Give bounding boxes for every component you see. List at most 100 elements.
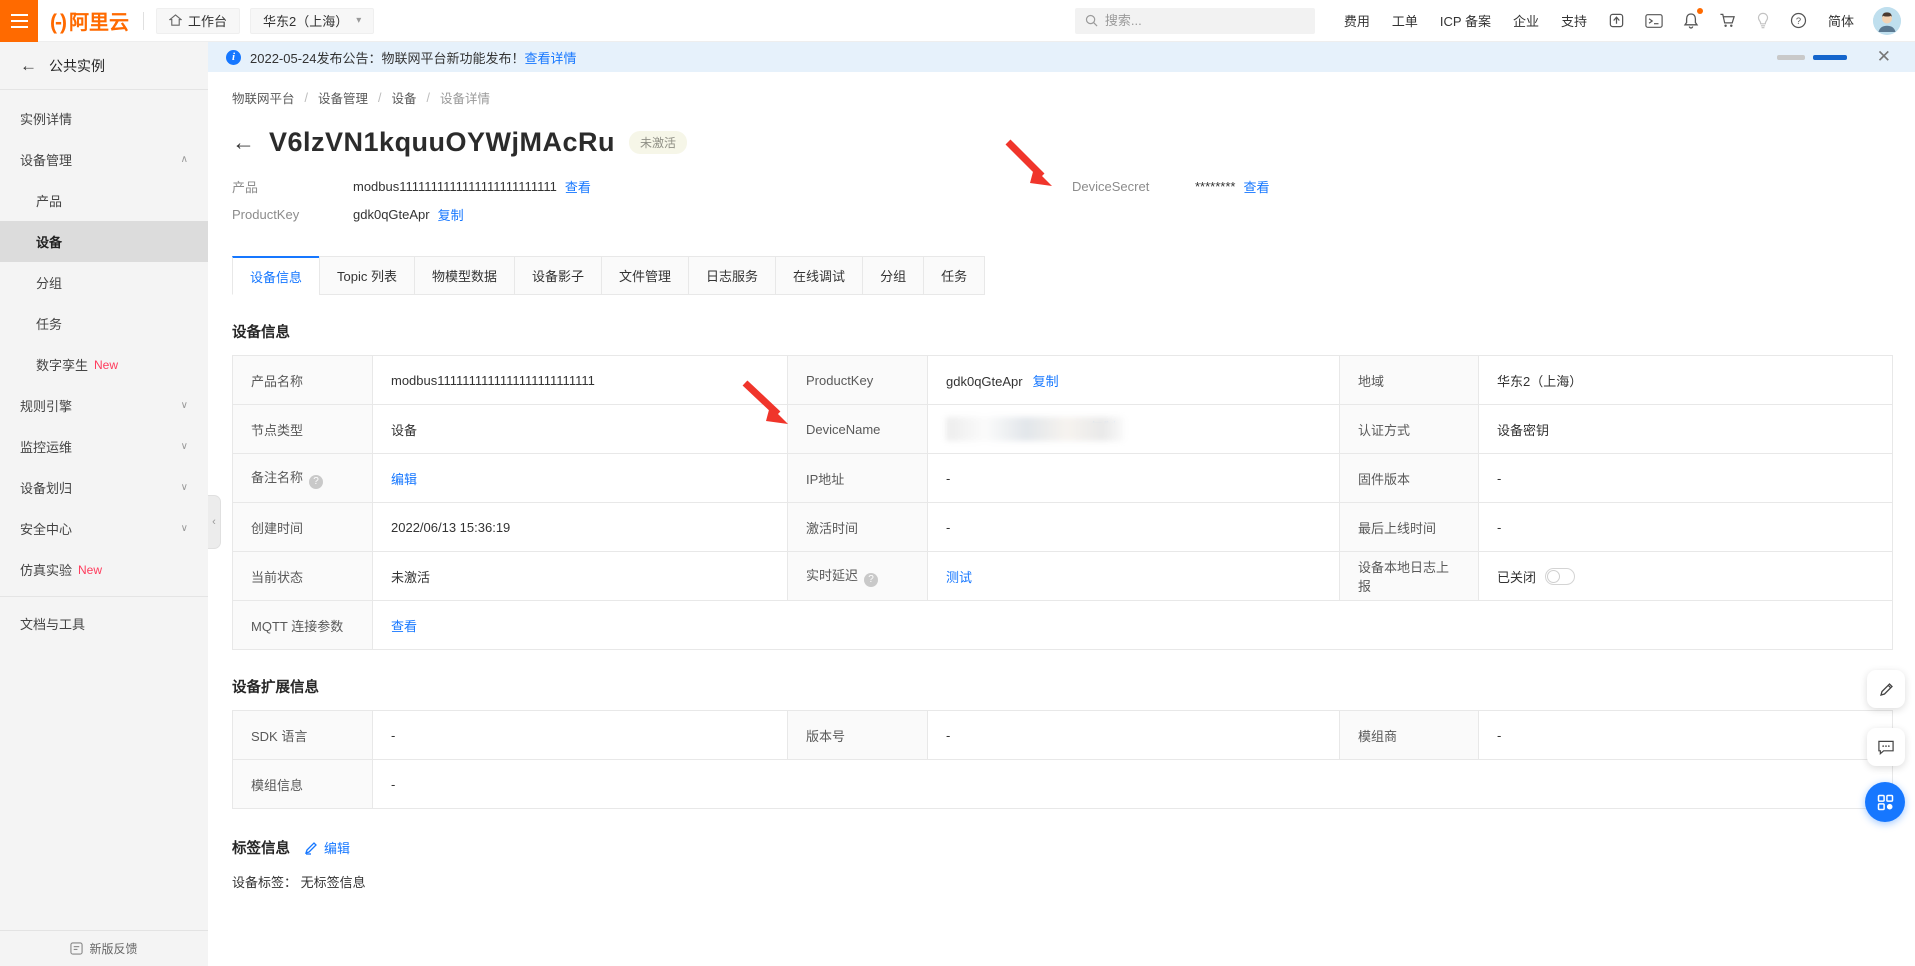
announcement-detail-link[interactable]: 查看详情 bbox=[525, 48, 577, 67]
sidebar-collapse-handle[interactable]: ‹ bbox=[208, 495, 221, 549]
mqtt-params-view-link[interactable]: 查看 bbox=[391, 619, 417, 634]
nav-link-tickets[interactable]: 工单 bbox=[1392, 11, 1418, 30]
chevron-down-icon: ∨ bbox=[181, 523, 188, 534]
cell-label: 备注名称? bbox=[233, 454, 373, 503]
close-icon[interactable]: ✕ bbox=[1877, 47, 1891, 67]
local-log-toggle[interactable] bbox=[1545, 568, 1575, 585]
locale-switcher[interactable]: 简体 bbox=[1828, 11, 1854, 30]
aliyun-logo[interactable]: (-) 阿里云 bbox=[50, 6, 129, 35]
tab-online-debug[interactable]: 在线调试 bbox=[775, 256, 863, 295]
tab-task[interactable]: 任务 bbox=[923, 256, 985, 295]
sidebar-item-docs-tools[interactable]: 文档与工具 bbox=[0, 603, 208, 644]
device-tag-label: 设备标签： bbox=[232, 875, 297, 890]
sidebar-item-task[interactable]: 任务 bbox=[0, 303, 208, 344]
user-avatar[interactable] bbox=[1873, 7, 1901, 35]
tab-device-shadow[interactable]: 设备影子 bbox=[514, 256, 602, 295]
cell-value: - bbox=[373, 711, 788, 760]
sidebar-item-rules-engine[interactable]: 规则引擎∨ bbox=[0, 385, 208, 426]
console-terminal-icon[interactable] bbox=[1645, 13, 1663, 29]
device-info-table: 产品名称 modbus1111111111111111111111111 Pro… bbox=[232, 355, 1893, 650]
breadcrumb-iot-platform[interactable]: 物联网平台 bbox=[232, 88, 295, 107]
sidebar-item-instance-detail[interactable]: 实例详情 bbox=[0, 98, 208, 139]
announcement-pager-dash-active[interactable] bbox=[1813, 55, 1847, 60]
feedback-button[interactable]: 新版反馈 bbox=[0, 930, 208, 966]
nav-link-icp[interactable]: ICP 备案 bbox=[1440, 11, 1491, 30]
notification-bell-icon[interactable] bbox=[1683, 12, 1699, 29]
product-view-link[interactable]: 查看 bbox=[565, 177, 591, 196]
sidebar-item-product[interactable]: 产品 bbox=[0, 180, 208, 221]
region-selector[interactable]: 华东2（上海） ▾ bbox=[250, 8, 374, 34]
breadcrumb-device[interactable]: 设备 bbox=[392, 88, 417, 107]
quick-entry-fab[interactable] bbox=[1865, 782, 1905, 822]
sidebar-item-monitor-ops[interactable]: 监控运维∨ bbox=[0, 426, 208, 467]
latency-test-link[interactable]: 测试 bbox=[946, 570, 972, 585]
workbench-button[interactable]: 工作台 bbox=[156, 8, 240, 34]
feedback-edit-fab[interactable] bbox=[1867, 670, 1905, 708]
devicesecret-view-link[interactable]: 查看 bbox=[1243, 177, 1269, 196]
cell-label: 地域 bbox=[1340, 356, 1479, 405]
help-icon[interactable]: ? bbox=[1790, 12, 1807, 29]
search-input[interactable] bbox=[1105, 13, 1295, 28]
cell-value: 查看 bbox=[373, 601, 1893, 650]
sidebar-item-simulation[interactable]: 仿真实验New bbox=[0, 549, 208, 590]
ext-info-section-title: 设备扩展信息 bbox=[232, 676, 1893, 697]
tab-log-service[interactable]: 日志服务 bbox=[688, 256, 776, 295]
svg-text:?: ? bbox=[1796, 16, 1801, 27]
workbench-label: 工作台 bbox=[188, 11, 227, 30]
chevron-up-icon: ∧ bbox=[181, 154, 188, 165]
sidebar-item-label: 产品 bbox=[36, 191, 62, 210]
cell-value: 编辑 bbox=[373, 454, 788, 503]
productkey-copy-link[interactable]: 复制 bbox=[438, 205, 464, 224]
cell-value: 设备 bbox=[373, 405, 788, 454]
aliyun-logo-text: 阿里云 bbox=[69, 6, 129, 35]
sidebar-item-device-assign[interactable]: 设备划归∨ bbox=[0, 467, 208, 508]
sidebar-item-label: 监控运维 bbox=[20, 437, 72, 456]
help-circle-icon[interactable]: ? bbox=[309, 475, 323, 489]
cell-value: gdk0qGteApr复制 bbox=[928, 356, 1340, 405]
tab-topic-list[interactable]: Topic 列表 bbox=[319, 256, 415, 295]
page-back-arrow[interactable]: ← bbox=[232, 131, 255, 154]
breadcrumb-device-detail: 设备详情 bbox=[440, 88, 490, 107]
sidebar-item-digital-twin[interactable]: 数字孪生New bbox=[0, 344, 208, 385]
table-row: 产品名称 modbus1111111111111111111111111 Pro… bbox=[233, 356, 1893, 405]
sidebar-item-security-center[interactable]: 安全中心∨ bbox=[0, 508, 208, 549]
lightbulb-icon[interactable] bbox=[1756, 12, 1770, 29]
cell-label: 当前状态 bbox=[233, 552, 373, 601]
cell-value: 未激活 bbox=[373, 552, 788, 601]
help-circle-icon[interactable]: ? bbox=[864, 573, 878, 587]
tab-file-mgmt[interactable]: 文件管理 bbox=[601, 256, 689, 295]
new-badge: New bbox=[94, 358, 118, 372]
sidebar-item-label: 设备管理 bbox=[20, 150, 72, 169]
sidebar-back-public-instance[interactable]: ← 公共实例 bbox=[0, 42, 208, 90]
cell-value: 2022/06/13 15:36:19 bbox=[373, 503, 788, 552]
nav-link-enterprise[interactable]: 企业 bbox=[1513, 11, 1539, 30]
edit-pencil-icon[interactable] bbox=[304, 841, 318, 855]
cell-label: 认证方式 bbox=[1340, 405, 1479, 454]
cell-label: 激活时间 bbox=[788, 503, 928, 552]
tab-device-info[interactable]: 设备信息 bbox=[232, 256, 320, 295]
productkey-copy-link[interactable]: 复制 bbox=[1033, 374, 1059, 389]
announcement-pager-dash[interactable] bbox=[1777, 55, 1805, 60]
mobile-app-icon[interactable] bbox=[1608, 12, 1625, 29]
sidebar-item-device[interactable]: 设备 bbox=[0, 221, 208, 262]
cell-label: DeviceName bbox=[788, 405, 928, 454]
breadcrumb-device-mgmt[interactable]: 设备管理 bbox=[318, 88, 368, 107]
chat-support-fab[interactable] bbox=[1867, 728, 1905, 766]
hamburger-menu-button[interactable] bbox=[0, 0, 38, 42]
remark-edit-link[interactable]: 编辑 bbox=[391, 472, 417, 487]
chevron-down-icon: ∨ bbox=[181, 400, 188, 411]
tag-edit-link[interactable]: 编辑 bbox=[324, 838, 350, 857]
nav-link-billing[interactable]: 费用 bbox=[1344, 11, 1370, 30]
nav-link-support[interactable]: 支持 bbox=[1561, 11, 1587, 30]
tag-info-section-title: 标签信息 bbox=[232, 837, 290, 858]
sidebar-item-device-mgmt[interactable]: 设备管理 ∧ bbox=[0, 139, 208, 180]
feedback-label: 新版反馈 bbox=[89, 940, 137, 957]
tab-thing-model-data[interactable]: 物模型数据 bbox=[414, 256, 515, 295]
grid-icon bbox=[1877, 794, 1894, 811]
sidebar-item-label: 仿真实验 bbox=[20, 560, 72, 579]
global-search[interactable] bbox=[1075, 8, 1315, 34]
cart-icon[interactable] bbox=[1719, 12, 1736, 29]
sidebar-item-group[interactable]: 分组 bbox=[0, 262, 208, 303]
cell-label: 实时延迟? bbox=[788, 552, 928, 601]
tab-group[interactable]: 分组 bbox=[862, 256, 924, 295]
